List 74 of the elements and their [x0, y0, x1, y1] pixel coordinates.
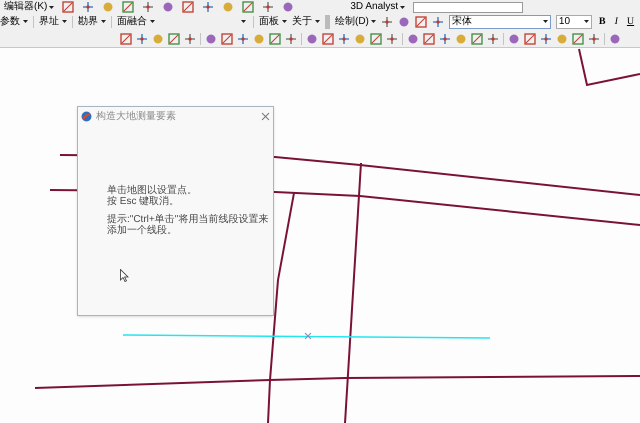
tool-icon[interactable] — [162, 1, 174, 13]
tool-icon[interactable] — [202, 1, 214, 13]
caret-icon — [101, 20, 106, 24]
caret-icon — [584, 20, 589, 24]
tool-icon[interactable] — [262, 1, 274, 13]
tool-icon[interactable] — [322, 32, 334, 45]
tool-icon[interactable] — [423, 32, 435, 45]
size-field[interactable]: 10 — [556, 14, 592, 29]
toolbar-menu[interactable]: 面融合 — [117, 14, 155, 30]
tool-icon[interactable] — [237, 32, 249, 45]
tool-icon[interactable] — [285, 32, 297, 45]
close-icon[interactable] — [261, 112, 270, 120]
tool-icon[interactable] — [338, 32, 350, 45]
format-button[interactable]: B — [596, 14, 608, 30]
tool-icon[interactable] — [398, 16, 410, 28]
tool-icon[interactable] — [82, 1, 94, 13]
toolbar-menu[interactable]: 勘界 — [78, 14, 106, 30]
tool-icon[interactable] — [182, 1, 194, 13]
instruction-text: 按 Esc 键取消。 — [107, 196, 180, 207]
tool-icon[interactable] — [221, 32, 233, 45]
editor-menu[interactable]: 编辑器(K) — [4, 1, 54, 13]
tool-icon[interactable] — [508, 32, 520, 45]
hint-text: 提示:"Ctrl+单击"将用当前线段设置来添加一个线段。 — [107, 214, 269, 236]
tool-icon[interactable] — [184, 32, 196, 45]
caret-icon — [542, 20, 548, 24]
caret-icon — [370, 20, 376, 24]
caret-icon — [241, 20, 246, 24]
analyst-menu[interactable]: 3D Analyst — [350, 1, 406, 13]
tool-icon[interactable] — [487, 32, 499, 45]
tool-icon[interactable] — [386, 32, 398, 45]
tool-icon[interactable] — [370, 32, 382, 45]
toolbar-menu[interactable]: 面板 — [259, 14, 287, 30]
font-field[interactable]: 宋体 — [448, 14, 551, 29]
tool-icon[interactable] — [524, 32, 536, 45]
caret-icon — [150, 20, 155, 24]
caret-icon — [282, 20, 287, 24]
format-button[interactable]: I — [612, 14, 620, 30]
tool-icon[interactable] — [136, 32, 148, 45]
tool-icon[interactable] — [62, 1, 74, 13]
tool-icon[interactable] — [380, 16, 393, 28]
toolbar-menu[interactable]: 关于 — [292, 14, 320, 30]
tool-icon[interactable] — [407, 32, 419, 45]
tool-icon[interactable] — [471, 32, 483, 45]
draw-menu[interactable]: 绘制(D) — [335, 14, 376, 30]
toolbar-menu[interactable]: 参数 — [0, 14, 28, 30]
toolbar-menu[interactable]: 界址 — [39, 14, 67, 30]
tool-icon[interactable] — [414, 16, 427, 28]
tool-icon[interactable] — [282, 1, 294, 13]
tool-icon[interactable] — [609, 32, 621, 45]
globe-icon — [81, 110, 92, 122]
caret-icon — [23, 20, 28, 24]
tool-icon[interactable] — [432, 16, 444, 28]
caret-icon — [315, 20, 320, 24]
tool-icon[interactable] — [269, 32, 281, 45]
tool-icon[interactable] — [205, 32, 217, 45]
tool-icon[interactable] — [142, 1, 154, 13]
command-field[interactable] — [413, 2, 524, 12]
instruction-text: 单击地图以设置点。 — [107, 185, 198, 196]
dialog-title: 构造大地测量要素 — [96, 110, 177, 124]
tool-icon[interactable] — [588, 32, 600, 45]
toolbar-grip[interactable] — [325, 14, 330, 29]
tool-icon[interactable] — [306, 32, 318, 45]
tool-icon[interactable] — [168, 32, 180, 45]
tool-icon[interactable] — [540, 32, 552, 45]
tool-icon[interactable] — [242, 1, 254, 13]
tool-icon[interactable] — [122, 1, 134, 13]
tool-icon[interactable] — [120, 32, 132, 45]
format-button[interactable]: U — [624, 14, 636, 30]
tool-icon[interactable] — [572, 32, 584, 45]
caret-icon — [62, 20, 67, 24]
tool-icon[interactable] — [439, 32, 451, 45]
caret-icon — [400, 6, 406, 8]
caret-icon — [49, 6, 54, 8]
cursor-icon — [120, 269, 129, 282]
